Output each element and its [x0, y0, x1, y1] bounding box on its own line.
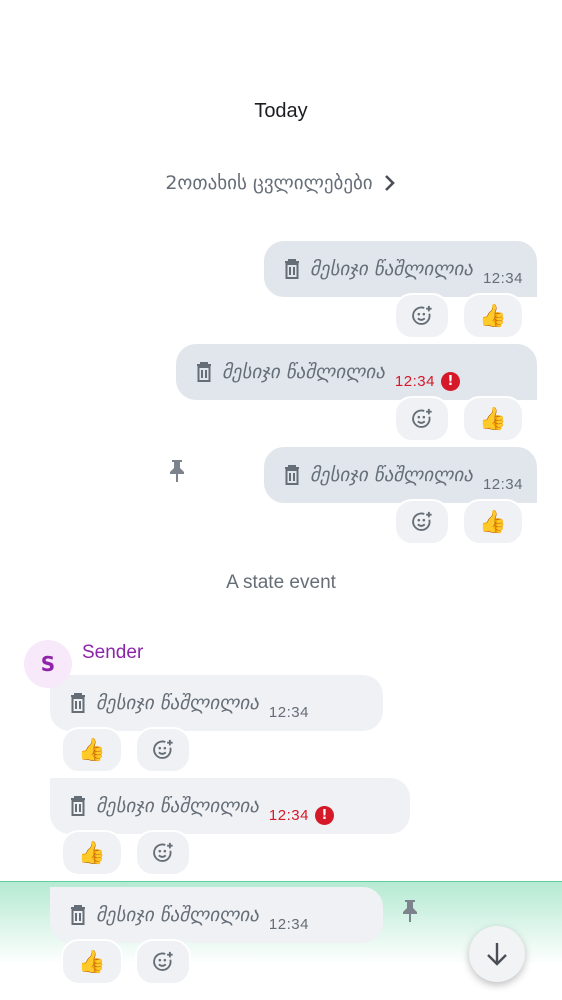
- add-reaction-button[interactable]: [135, 830, 191, 876]
- trash-icon: [71, 693, 85, 713]
- message-text: მესიჯი წაშლილია: [222, 361, 385, 383]
- add-reaction-icon: [153, 951, 173, 971]
- message-text: მესიჯი წაშლილია: [96, 904, 259, 926]
- message-text: მესიჯი წაშლილია: [310, 464, 473, 486]
- reaction-thumbs-up[interactable]: 👍: [61, 939, 123, 985]
- date-separator: Today: [254, 100, 308, 122]
- reaction-thumbs-up[interactable]: 👍: [462, 499, 524, 545]
- add-reaction-button[interactable]: [394, 293, 450, 339]
- message-time: 12:34: [482, 475, 523, 493]
- reaction-thumbs-up[interactable]: 👍: [462, 396, 524, 442]
- message-bubble[interactable]: მესიჯი წაშლილია 12:34: [50, 887, 383, 943]
- message-time: 12:34: [482, 269, 523, 287]
- reaction-thumbs-up[interactable]: 👍: [462, 293, 524, 339]
- arrow-down-icon: [487, 943, 507, 966]
- message-bubble[interactable]: მესიჯი წაშლილია 12:34!: [50, 778, 410, 834]
- message-time: 12:34: [394, 372, 435, 390]
- add-reaction-icon: [153, 842, 173, 862]
- error-icon[interactable]: !: [314, 805, 334, 825]
- message-bubble[interactable]: მესიჯი წაშლილია 12:34: [264, 447, 537, 503]
- room-changes-summary[interactable]: 2ოთახის ცვლილებები: [0, 172, 562, 194]
- add-reaction-icon: [412, 305, 432, 325]
- message-text: მესიჯი წაშლილია: [96, 795, 259, 817]
- pin-icon: [400, 899, 420, 927]
- trash-icon: [71, 796, 85, 816]
- trash-icon: [71, 905, 85, 925]
- reaction-thumbs-up[interactable]: 👍: [61, 830, 123, 876]
- message-text: მესიჯი წაშლილია: [310, 258, 473, 280]
- message-bubble[interactable]: მესიჯი წაშლილია 12:34: [264, 241, 537, 297]
- message-text: მესიჯი წაშლილია: [96, 692, 259, 714]
- scroll-to-bottom-button[interactable]: [469, 926, 525, 982]
- chevron-right-icon: [384, 175, 395, 191]
- add-reaction-icon: [153, 739, 173, 759]
- add-reaction-button[interactable]: [135, 727, 191, 773]
- avatar[interactable]: S: [24, 640, 72, 688]
- trash-icon: [197, 362, 211, 382]
- message-time: 12:34: [268, 806, 309, 824]
- reaction-thumbs-up[interactable]: 👍: [61, 727, 123, 773]
- pin-icon: [167, 459, 187, 487]
- message-bubble[interactable]: მესიჯი წაშლილია 12:34: [50, 675, 383, 731]
- add-reaction-button[interactable]: [394, 396, 450, 442]
- room-changes-label: 2ოთახის ცვლილებები: [165, 172, 373, 194]
- state-event: A state event: [226, 572, 336, 593]
- message-time: 12:34: [268, 915, 309, 933]
- trash-icon: [285, 259, 300, 279]
- add-reaction-icon: [412, 511, 432, 531]
- error-icon[interactable]: !: [440, 371, 460, 391]
- message-time: 12:34: [268, 703, 309, 721]
- add-reaction-button[interactable]: [394, 499, 450, 545]
- add-reaction-icon: [412, 408, 432, 428]
- message-bubble[interactable]: მესიჯი წაშლილია 12:34!: [176, 344, 537, 400]
- trash-icon: [285, 465, 300, 485]
- add-reaction-button[interactable]: [135, 939, 191, 985]
- sender-name[interactable]: Sender: [82, 642, 143, 664]
